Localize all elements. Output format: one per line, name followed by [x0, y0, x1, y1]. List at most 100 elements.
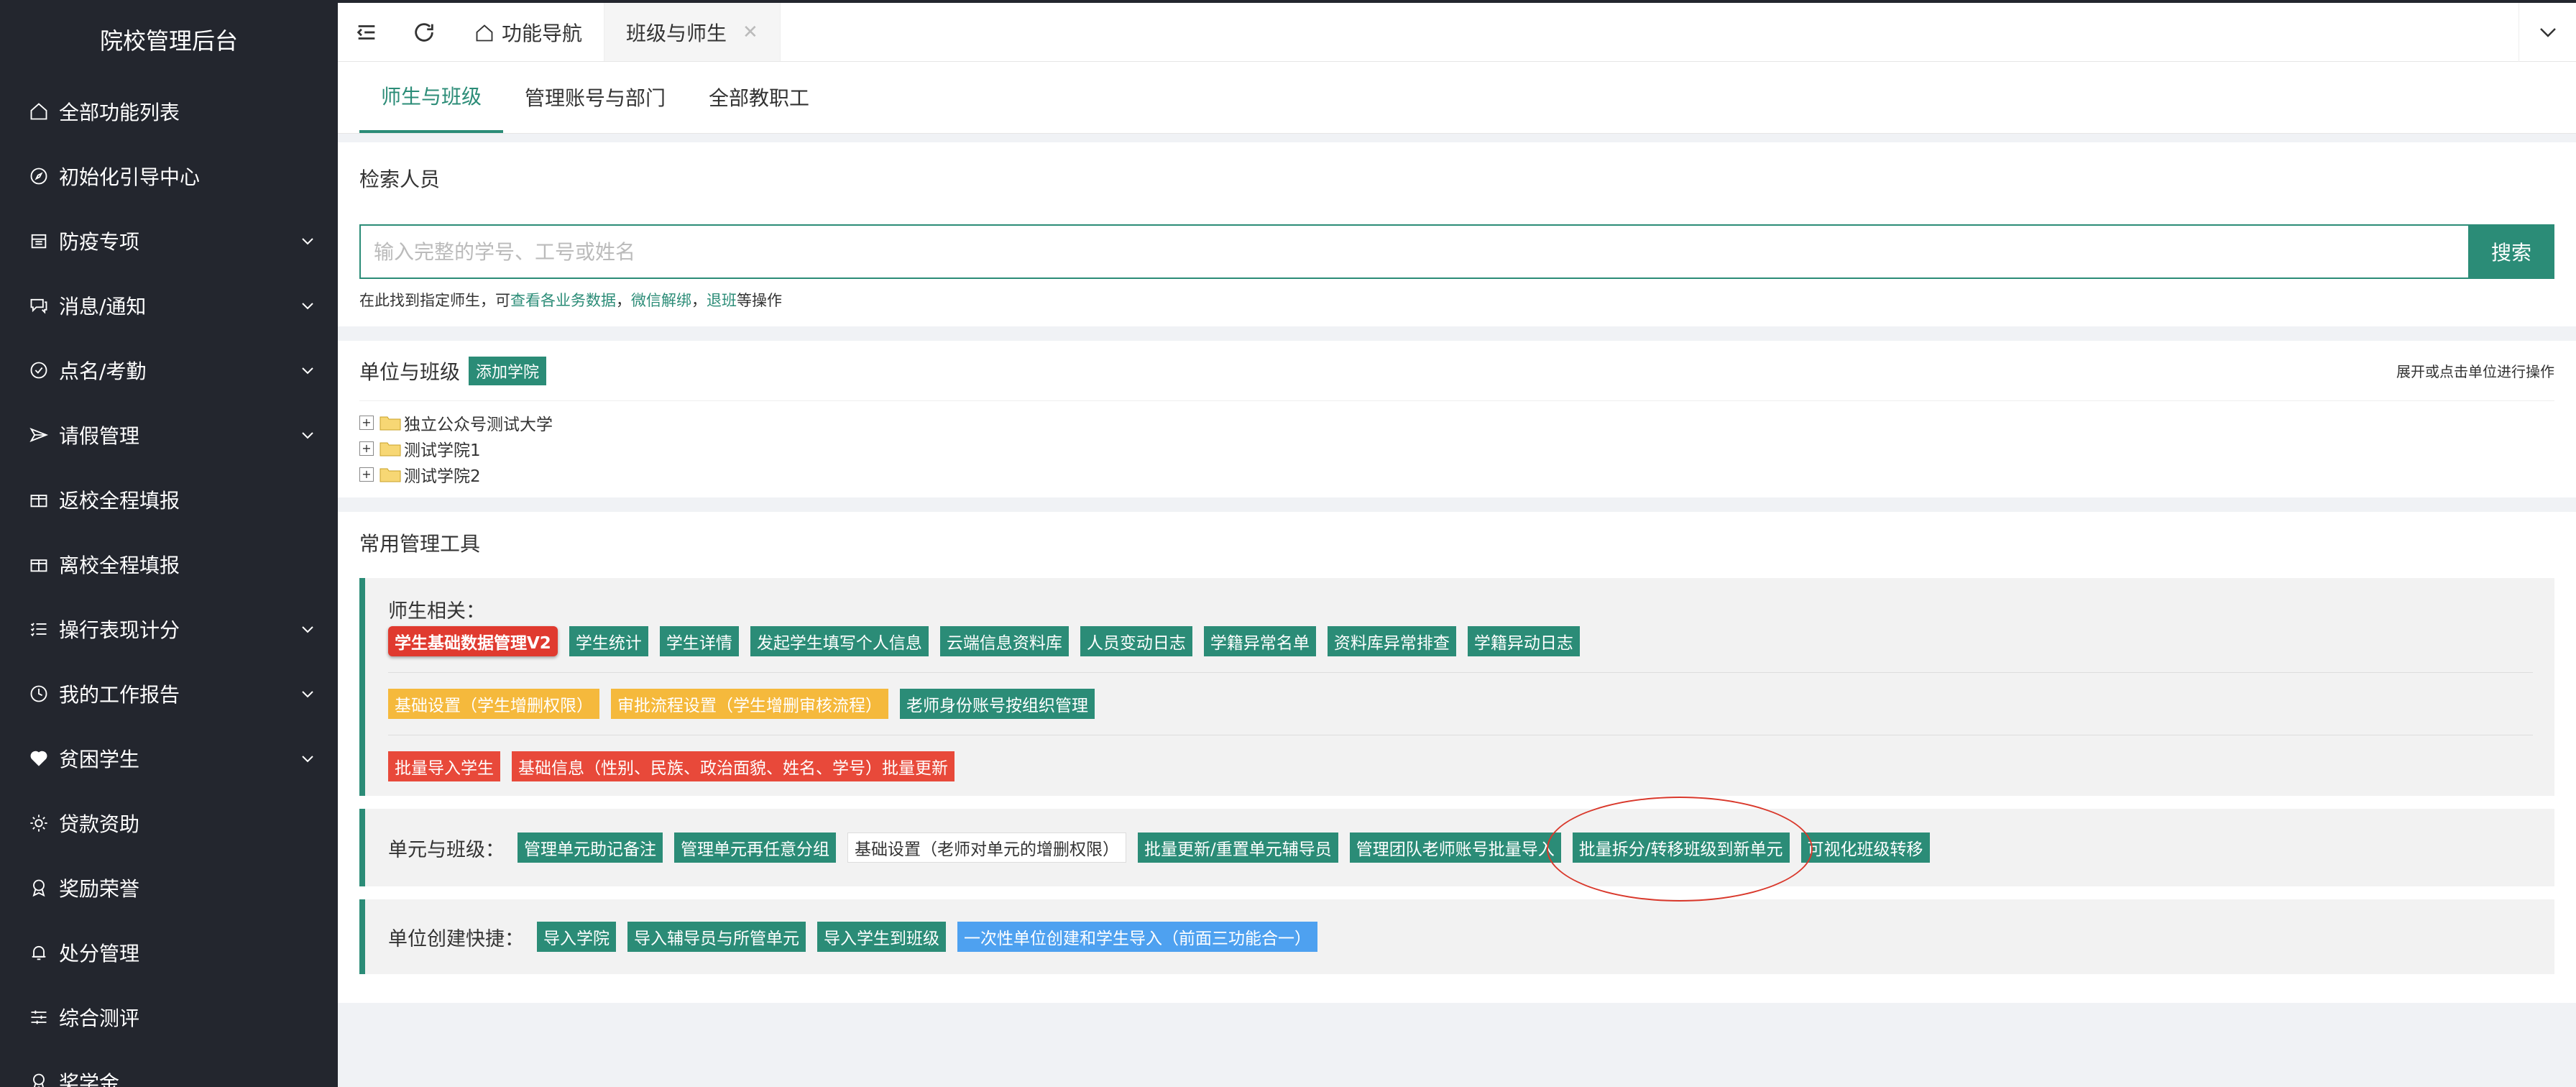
tool-button[interactable]: 管理团队老师账号批量导入 — [1349, 833, 1561, 863]
tree-node[interactable]: + 独立公众号测试大学 — [359, 410, 2554, 436]
sidebar-item[interactable]: 贷款资助 — [0, 791, 338, 856]
tools-card: 常用管理工具 师生相关： 学生基础数据管理V2 学生统计 学生详情 发起学生填写个人信… — [338, 512, 2576, 1003]
sidebar-item[interactable]: 请假管理 — [0, 403, 338, 467]
sidebar-item[interactable]: 离校全程填报 — [0, 532, 338, 597]
folder-icon — [380, 468, 401, 482]
tabs-dropdown-button[interactable] — [2518, 3, 2576, 62]
tool-button[interactable]: 导入学院 — [537, 922, 616, 952]
box-icon — [29, 490, 49, 510]
tools-title: 常用管理工具 — [359, 532, 481, 556]
subtab-teachers-classes[interactable]: 师生与班级 — [359, 61, 504, 133]
tool-button[interactable]: 云端信息资料库 — [939, 626, 1069, 656]
sidebar-item[interactable]: 初始化引导中心 — [0, 144, 338, 208]
search-button[interactable]: 搜索 — [2468, 224, 2554, 279]
sidebar-item[interactable]: 奖学金 — [0, 1050, 338, 1087]
tool-button[interactable]: 基础设置（老师对单元的增删权限） — [847, 833, 1126, 863]
view-business-data-link[interactable]: 查看各业务数据 — [510, 292, 616, 309]
sidebar-item[interactable]: 贫困学生 — [0, 726, 338, 791]
tool-button[interactable]: 可视化班级转移 — [1800, 833, 1930, 863]
calendar-icon — [29, 231, 49, 251]
sidebar-item-label: 返校全程填报 — [59, 489, 180, 513]
expand-icon[interactable]: + — [359, 441, 374, 456]
tree-node[interactable]: + 测试学院2 — [359, 462, 2554, 487]
sidebar-item[interactable]: 全部功能列表 — [0, 79, 338, 144]
sidebar-item[interactable]: 返校全程填报 — [0, 467, 338, 532]
expand-icon[interactable]: + — [359, 416, 374, 430]
tool-button[interactable]: 学生统计 — [569, 626, 648, 656]
tool-button[interactable]: 基础信息（性别、民族、政治面貌、姓名、学号）批量更新 — [512, 751, 954, 781]
sidebar-item[interactable]: 处分管理 — [0, 920, 338, 985]
tool-button[interactable]: 学籍异常名单 — [1203, 626, 1316, 656]
tool-button[interactable]: 管理单元助记备注 — [518, 833, 663, 863]
sidebar-item-label: 消息/通知 — [59, 295, 147, 318]
tab-class-teachers[interactable]: 班级与师生 ✕ — [604, 3, 781, 61]
tool-button[interactable]: 学籍异动日志 — [1467, 626, 1580, 656]
sidebar-item[interactable]: 奖励荣誉 — [0, 856, 338, 920]
chevron-down-icon — [299, 685, 316, 702]
tab-function-nav[interactable]: 功能导航 — [453, 3, 605, 61]
send-icon — [29, 425, 49, 445]
clock-icon — [29, 684, 49, 704]
sidebar-item-label: 初始化引导中心 — [59, 165, 201, 189]
tool-button[interactable]: 发起学生填写个人信息 — [750, 626, 929, 656]
tool-button[interactable]: 导入学生到班级 — [817, 922, 946, 952]
tree-node-label: 测试学院2 — [404, 467, 481, 486]
sidebar-item-label: 贷款资助 — [59, 812, 140, 836]
refresh-button[interactable] — [395, 3, 453, 61]
tool-button[interactable]: 导入辅导员与所管单元 — [627, 922, 806, 952]
sidebar-item-label: 防疫专项 — [59, 230, 140, 254]
box-icon — [29, 554, 49, 574]
sidebar-item-label: 点名/考勤 — [59, 359, 147, 383]
sidebar-item[interactable]: 点名/考勤 — [0, 338, 338, 403]
sidebar-item-label: 奖励荣誉 — [59, 877, 140, 901]
check-circle-icon — [29, 360, 49, 380]
tool-button[interactable]: 学生详情 — [659, 626, 739, 656]
tool-button[interactable]: 批量更新/重置单元辅导员 — [1138, 833, 1338, 863]
hint-sep: ， — [616, 292, 631, 309]
add-college-button[interactable]: 添加学院 — [469, 356, 547, 385]
tool-button[interactable]: 老师身份账号按组织管理 — [900, 689, 1095, 719]
award-icon — [29, 1072, 49, 1087]
hint-sep: ， — [691, 292, 707, 309]
tree-node[interactable]: + 测试学院1 — [359, 436, 2554, 462]
tool-button[interactable]: 批量导入学生 — [388, 751, 500, 781]
leave-class-link[interactable]: 退班 — [707, 292, 737, 309]
tree-node-label: 独立公众号测试大学 — [404, 416, 553, 434]
collapse-sidebar-button[interactable] — [338, 3, 395, 61]
sidebar-item[interactable]: 消息/通知 — [0, 273, 338, 338]
tool-button[interactable]: 学生基础数据管理V2 — [388, 626, 558, 656]
tool-button[interactable]: 人员变动日志 — [1080, 626, 1192, 656]
sidebar-item-label: 综合测评 — [59, 1006, 140, 1030]
expand-icon[interactable]: + — [359, 467, 374, 482]
sidebar-item-label: 操行表现计分 — [59, 618, 180, 642]
sidebar-item[interactable]: 综合测评 — [0, 985, 338, 1050]
tree-node-label: 测试学院1 — [404, 441, 481, 460]
chevron-down-icon — [299, 362, 316, 379]
unit-tree: + 独立公众号测试大学 + 测试学院1 + 测试学院2 — [359, 401, 2554, 487]
sun-icon — [29, 813, 49, 833]
tool-button[interactable]: 一次性单位创建和学生导入（前面三功能合一） — [957, 922, 1317, 952]
people-row-3: 批量导入学生 基础信息（性别、民族、政治面貌、姓名、学号）批量更新 — [388, 751, 2533, 781]
award-icon — [29, 878, 49, 898]
sidebar-item[interactable]: 我的工作报告 — [0, 661, 338, 726]
people-row-2: 基础设置（学生增删权限） 审批流程设置（学生增删审核流程） 老师身份账号按组织管理 — [388, 689, 2533, 719]
subtab-accounts-departments[interactable]: 管理账号与部门 — [503, 61, 687, 133]
units-hint: 展开或点击单位进行操作 — [2396, 363, 2554, 380]
sidebar-item[interactable]: 防疫专项 — [0, 208, 338, 273]
tool-button[interactable]: 管理单元再任意分组 — [674, 833, 836, 863]
sidebar-item[interactable]: 操行表现计分 — [0, 597, 338, 661]
subtab-all-staff[interactable]: 全部教职工 — [687, 61, 831, 133]
tool-button[interactable]: 批量拆分/转移班级到新单元 — [1546, 797, 1813, 902]
bell-icon — [29, 942, 49, 963]
class-panel: 单元与班级： 管理单元助记备注 管理单元再任意分组 基础设置（老师对单元的增删权限）… — [359, 797, 2554, 902]
tool-button[interactable]: 基础设置（学生增删权限） — [388, 689, 599, 719]
search-input[interactable] — [359, 224, 2468, 279]
tool-button[interactable]: 资料库异常排查 — [1327, 626, 1456, 656]
close-icon[interactable]: ✕ — [742, 22, 758, 43]
tool-button[interactable]: 审批流程设置（学生增删审核流程） — [611, 689, 888, 719]
tab-label: 功能导航 — [502, 21, 583, 45]
wechat-unbind-link[interactable]: 微信解绑 — [631, 292, 691, 309]
search-row: 搜索 — [359, 224, 2554, 279]
sidebar-item-label: 贫困学生 — [59, 748, 140, 771]
search-card: 检索人员 搜索 在此找到指定师生，可查看各业务数据，微信解绑，退班等操作 — [338, 142, 2576, 326]
